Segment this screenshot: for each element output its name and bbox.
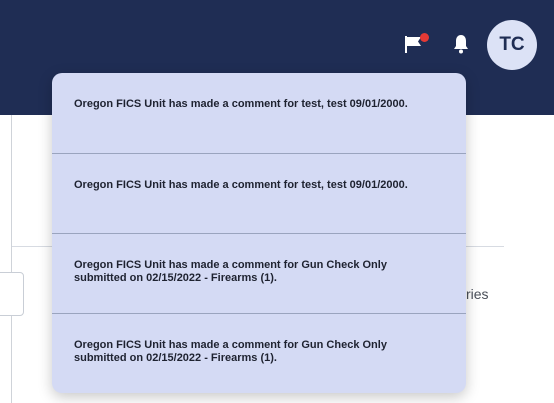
user-avatar[interactable]: TC: [487, 20, 537, 70]
background-input-field[interactable]: [0, 272, 24, 316]
background-partial-label: ries: [466, 286, 489, 302]
notification-item[interactable]: Oregon FICS Unit has made a comment for …: [52, 314, 466, 393]
background-panel-edge: [0, 115, 12, 403]
notification-dot-indicator: [420, 33, 429, 42]
notification-item[interactable]: Oregon FICS Unit has made a comment for …: [52, 154, 466, 234]
bell-icon[interactable]: [451, 33, 471, 55]
notification-item[interactable]: Oregon FICS Unit has made a comment for …: [52, 234, 466, 314]
app-page: ries TC Oregon FICS Unit has made a comm…: [0, 0, 554, 403]
notification-item[interactable]: Oregon FICS Unit has made a comment for …: [52, 73, 466, 153]
notifications-dropdown: Oregon FICS Unit has made a comment for …: [52, 73, 466, 393]
